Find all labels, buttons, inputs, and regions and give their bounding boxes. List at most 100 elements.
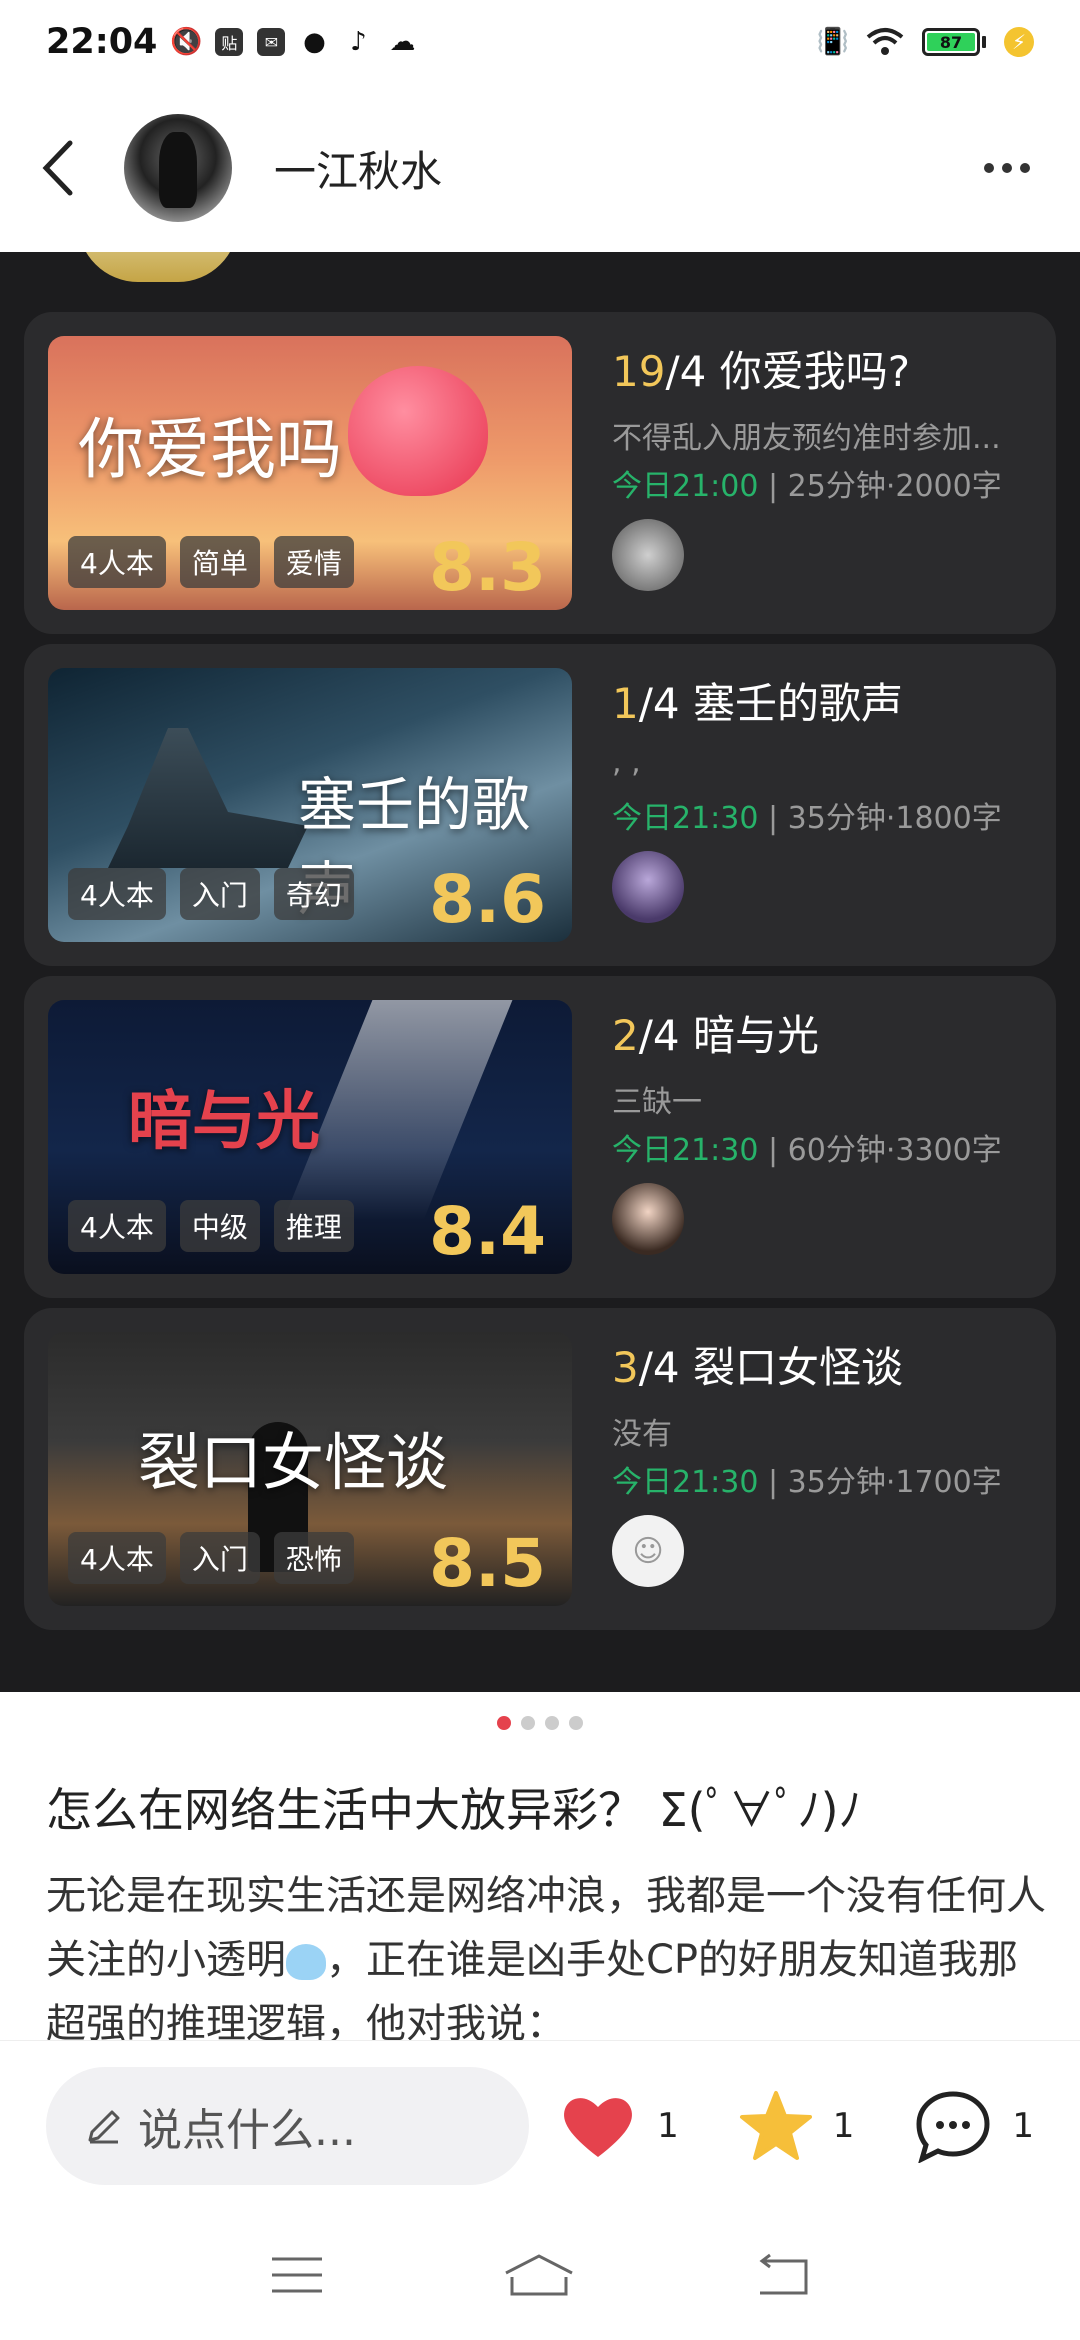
player-capacity: /4 [638,1011,680,1060]
heart-balloon-image [348,366,488,496]
compass-notification-icon: ● [303,27,326,57]
wifi-icon [866,28,904,55]
post-body: 无论是在现实生活还是网络冲浪，我都是一个没有任何人关注的小透明 ，正在谁是凶手处C… [46,1864,1046,2040]
back-button[interactable] [40,138,90,198]
room-cover: 塞壬的歌声 4人本 入门 奇幻 8.6 [48,668,572,942]
room-cover: 暗与光 4人本 中级 推理 8.4 [48,1000,572,1274]
app-notification-icon: 贴 [215,28,244,56]
room-card[interactable]: 你爱我吗 4人本 简单 爱情 8.3 19/4 你爱我吗? 不得乱入朋友预约准时… [24,312,1056,634]
room-meta: 今日21:30 | 35分钟·1700字 [612,1457,1032,1501]
room-desc: 三缺一 [612,1085,702,1117]
cover-title: 你爱我吗 [78,411,342,488]
start-time: 今日21:00 [612,469,759,504]
tag: 4人本 [68,536,166,588]
tag: 中级 [179,1200,260,1252]
room-card[interactable]: 塞壬的歌声 4人本 入门 奇幻 8.6 1/4 塞壬的歌声 , , 今日21:3… [24,644,1056,966]
duration-length: | 60分钟·3300字 [758,1133,1002,1168]
room-title: 19/4 你爱我吗? [612,338,1032,399]
tag: 入门 [179,1532,260,1584]
star-icon [739,2090,812,2160]
carousel-dot[interactable] [497,1716,511,1730]
host-avatar[interactable]: ☺ [612,1515,684,1587]
comment-input[interactable]: 说点什么... [46,2066,530,2185]
room-meta: 今日21:30 | 60分钟·3300字 [612,1125,1032,1169]
room-desc: 没有 [612,1417,672,1449]
duration-length: | 35分钟·1800字 [758,801,1002,836]
tiktok-notification-icon: ♪ [350,27,367,57]
tag: 奇幻 [273,868,354,920]
favorite-button[interactable]: 1 [739,2090,855,2162]
tag: 入门 [179,868,260,920]
dot-icon [1002,163,1012,173]
room-title: 2/4 暗与光 [612,1002,1032,1063]
room-desc: 不得乱入朋友预约准时参加... [612,421,1001,453]
user-avatar[interactable] [124,114,232,222]
pencil-icon [88,2110,120,2143]
heart-icon [564,2097,633,2157]
mute-icon: 🔇 [170,27,203,57]
host-avatar[interactable] [612,851,684,923]
favorite-count: 1 [832,2105,855,2146]
player-count: 3 [612,1343,639,1392]
duration-length: | 35分钟·1700字 [758,1465,1002,1500]
tag: 简单 [179,536,260,588]
room-meta: 今日21:30 | 35分钟·1800字 [612,793,1032,837]
player-capacity: /4 [638,679,680,728]
status-time: 22:04 [46,22,158,62]
room-meta: 今日21:00 | 25分钟·2000字 [612,461,1032,505]
start-time: 今日21:30 [612,801,759,836]
host-avatar[interactable] [612,1183,684,1255]
back-nav-icon[interactable] [754,2253,810,2297]
room-card[interactable]: 暗与光 4人本 中级 推理 8.4 2/4 暗与光 三缺一 今日21:30 | … [24,976,1056,1298]
rating-score: 8.5 [429,1525,546,1602]
vibrate-icon: 📳 [816,27,850,57]
tag: 恐怖 [273,1532,354,1584]
status-bar: 22:04 🔇 贴 ✉ ● ♪ ☁ 📳 87 ⚡ [0,0,1080,84]
like-count: 1 [657,2105,679,2146]
room-cover: 裂口女怪谈 4人本 入门 恐怖 8.5 [48,1332,572,1606]
rating-score: 8.4 [429,1193,546,1270]
carousel-dot[interactable] [545,1716,559,1730]
comment-button[interactable]: 1 [914,2089,1034,2163]
rating-score: 8.3 [429,529,546,606]
room-title: 1/4 塞壬的歌声 [612,670,1032,731]
dot-icon [1020,163,1030,173]
cloud-notification-icon: ☁ [389,27,416,57]
start-time: 今日21:30 [612,1133,759,1168]
dot-icon [984,163,994,173]
username[interactable]: 一江秋水 [274,138,442,199]
carousel-dot[interactable] [569,1716,583,1730]
like-button[interactable]: 1 [559,2091,679,2161]
room-desc: , , [612,745,641,780]
player-capacity: /4 [638,1343,680,1392]
chat-bubble-icon [916,2090,990,2163]
room-name: 裂口女怪谈 [692,1343,903,1392]
room-card[interactable]: 裂口女怪谈 4人本 入门 恐怖 8.5 3/4 裂口女怪谈 没有 今日21:30… [24,1308,1056,1630]
menu-icon[interactable] [270,2255,324,2295]
tag: 4人本 [68,1532,166,1584]
player-capacity: /4 [665,347,707,396]
room-title: 3/4 裂口女怪谈 [612,1334,1032,1395]
system-navigation-bar [0,2210,1080,2340]
room-name: 你爱我吗? [719,347,910,396]
cover-title: 裂口女怪谈 [138,1426,449,1499]
player-count: 1 [612,679,639,728]
bottom-action-bar: 说点什么... 1 1 1 [0,2040,1080,2210]
player-count: 2 [612,1011,639,1060]
carousel-dot[interactable] [521,1716,535,1730]
profile-header: 一江秋水 [0,84,1080,252]
tag: 4人本 [68,1200,166,1252]
host-avatar[interactable] [612,519,684,591]
more-options-button[interactable] [974,153,1040,183]
battery-icon: 87 [922,28,986,56]
tag: 爱情 [273,536,354,588]
crying-emoji-icon [286,1944,326,1980]
comment-count: 1 [1012,2105,1034,2146]
ship-image [108,728,308,868]
home-icon[interactable] [504,2253,574,2297]
battery-level: 87 [927,33,975,52]
rating-score: 8.6 [429,861,546,938]
charging-icon: ⚡ [1004,27,1034,57]
start-time: 今日21:30 [612,1465,759,1500]
carousel-indicator [0,1716,1080,1730]
